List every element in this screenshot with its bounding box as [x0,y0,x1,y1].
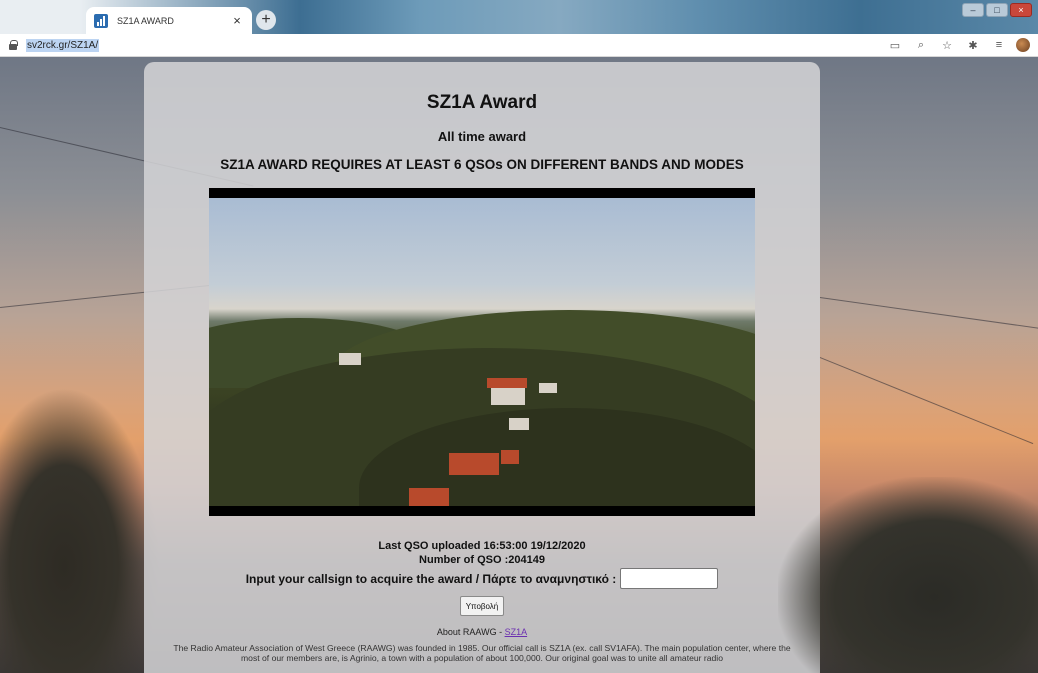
extensions-icon[interactable]: ✱ [966,39,980,52]
award-card: SZ1A Award All time award SZ1A AWARD REQ… [144,62,820,673]
callsign-input[interactable] [620,568,719,589]
video-frame-landscape [209,198,755,506]
maximize-button[interactable]: □ [986,3,1008,17]
close-icon[interactable]: × [230,13,244,28]
about-link-sz1a[interactable]: SZ1A [505,627,528,637]
last-qso-uploaded: Last QSO uploaded 16:53:00 19/12/2020 [378,540,586,552]
lock-icon[interactable] [8,40,18,50]
association-description: The Radio Amateur Association of West Gr… [173,643,791,663]
tab-title: SZ1A AWARD [117,15,174,26]
about-text: About RAAWG - [436,627,505,637]
star-icon[interactable]: ☆ [940,39,954,52]
cast-icon[interactable]: ▭ [888,39,902,52]
window-controls: – □ × [962,3,1032,17]
reading-list-icon[interactable]: ≡ [992,39,1006,51]
page-subtitle: All time award [437,129,527,144]
zoom-icon[interactable]: ⌕ [914,39,928,52]
url-field[interactable]: sv2rck.gr/SZ1A/ [26,38,100,52]
address-bar: sv2rck.gr/SZ1A/ ▭ ⌕ ☆ ✱ ≡ [0,34,1038,57]
about-line: About RAAWG - SZ1A [144,627,820,637]
page-background: SZ1A Award All time award SZ1A AWARD REQ… [0,57,1038,673]
callsign-form: Input your callsign to acquire the award… [144,568,820,589]
browser-tab-bar: SZ1A AWARD × + – □ × [0,0,1038,34]
award-requirement: SZ1A AWARD REQUIRES AT LEAST 6 QSOs ON D… [220,157,744,172]
signal-bars-icon [94,13,108,28]
new-tab-button[interactable]: + [256,10,276,30]
browser-tab[interactable]: SZ1A AWARD × [86,7,252,34]
callsign-label: Input your callsign to acquire the award… [245,571,617,586]
window-close-button[interactable]: × [1010,3,1032,17]
video-player[interactable] [209,188,755,516]
submit-button[interactable]: Υποβολή [460,596,504,616]
profile-avatar[interactable] [1016,38,1030,52]
minimize-button[interactable]: – [962,3,984,17]
number-of-qso: Number of QSO :204149 [419,554,545,566]
page-title: SZ1A Award [426,92,538,113]
